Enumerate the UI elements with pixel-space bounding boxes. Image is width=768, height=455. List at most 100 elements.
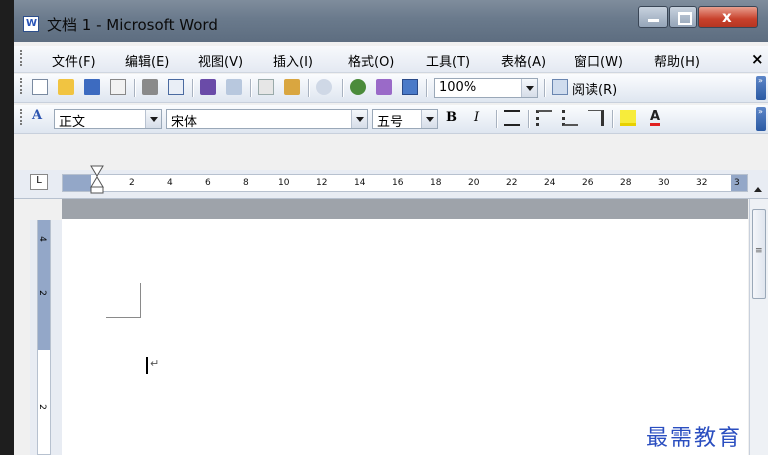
- style-dropdown-icon[interactable]: [145, 110, 161, 128]
- highlight-icon[interactable]: [620, 110, 636, 126]
- new-document-icon[interactable]: [32, 79, 48, 95]
- left-margin-area: [63, 175, 91, 191]
- scrollbar-thumb[interactable]: [752, 209, 766, 299]
- close-window-button[interactable]: x: [698, 6, 758, 28]
- formatting-toolbar-options-icon[interactable]: [756, 107, 766, 131]
- styles-formatting-icon[interactable]: A: [32, 108, 50, 124]
- maximize-button[interactable]: [669, 6, 697, 28]
- word-app-icon[interactable]: [23, 16, 39, 32]
- zoom-select[interactable]: 100%: [434, 78, 538, 98]
- reading-layout-button[interactable]: 阅读(R): [572, 79, 617, 98]
- menu-grip[interactable]: [20, 50, 24, 66]
- ruler-tick-label: 22: [506, 178, 518, 188]
- toolbar-separator: [134, 79, 136, 97]
- minimize-button[interactable]: [638, 6, 668, 28]
- scroll-up-icon[interactable]: [749, 178, 768, 198]
- style-select[interactable]: 正文: [54, 109, 162, 130]
- font-size-select[interactable]: 五号: [372, 109, 438, 130]
- ruler-tick-label: 28: [620, 178, 632, 188]
- toolbar-separator: [544, 79, 546, 97]
- watermark-text: 最需教育: [646, 426, 743, 451]
- font-select[interactable]: 宋体: [166, 109, 368, 130]
- maximize-icon: [678, 12, 692, 25]
- page-top-margin-area: [62, 199, 748, 219]
- open-folder-icon[interactable]: [58, 79, 74, 95]
- ruler-tick-label: 4: [167, 178, 173, 188]
- ruler-tick-label: 32: [696, 178, 708, 188]
- horizontal-ruler[interactable]: 2 4 6 8 10 12 14 16 18 20 22 24 26 28 30…: [62, 174, 748, 192]
- minimize-icon: [648, 19, 659, 22]
- ruler-tick-label: 10: [278, 178, 290, 188]
- undo-icon[interactable]: [316, 79, 332, 95]
- toolbar-separator: [528, 110, 530, 128]
- insert-table-icon[interactable]: [402, 79, 418, 95]
- font-size-value: 五号: [377, 115, 404, 130]
- reading-layout-icon[interactable]: [552, 79, 568, 95]
- ruler-tick-label: 16: [392, 178, 404, 188]
- increase-indent-icon[interactable]: [588, 110, 604, 126]
- italic-button[interactable]: I: [474, 110, 479, 125]
- menu-window[interactable]: 窗口(W): [574, 51, 623, 70]
- toolbar-separator: [192, 79, 194, 97]
- vertical-scrollbar[interactable]: [749, 199, 768, 455]
- toolbar-grip[interactable]: [20, 78, 24, 94]
- toolbar-grip[interactable]: [20, 109, 24, 125]
- ruler-tick-label: 24: [544, 178, 556, 188]
- close-document-button[interactable]: ×: [751, 50, 764, 68]
- ruler-tick-label: 3: [734, 178, 740, 188]
- formatting-toolbar: A 正文 宋体 五号 B I A: [14, 105, 768, 134]
- hyperlink-icon[interactable]: [350, 79, 366, 95]
- ruler-tick-label: 14: [354, 178, 366, 188]
- menu-tools[interactable]: 工具(T): [426, 51, 470, 70]
- vertical-ruler[interactable]: 4 2 2: [30, 220, 62, 455]
- style-value: 正文: [59, 115, 86, 130]
- text-boundary-corner: [106, 317, 141, 318]
- desktop-edge: [0, 0, 14, 455]
- menu-insert[interactable]: 插入(I): [273, 51, 313, 70]
- print-icon[interactable]: [142, 79, 158, 95]
- permission-icon[interactable]: [110, 79, 126, 95]
- numbering-icon[interactable]: [536, 110, 552, 126]
- ruler-tick-label: 20: [468, 178, 480, 188]
- menu-format[interactable]: 格式(O): [348, 51, 394, 70]
- indent-marker-icon[interactable]: [90, 165, 104, 195]
- bullets-icon[interactable]: [562, 110, 578, 126]
- ruler-tick-label: 8: [243, 178, 249, 188]
- tab-selector-icon[interactable]: L: [30, 174, 48, 190]
- toolbar-separator: [308, 79, 310, 97]
- window-title: 文档 1 - Microsoft Word: [47, 16, 218, 34]
- menu-edit[interactable]: 编辑(E): [125, 51, 169, 70]
- spelling-icon[interactable]: [200, 79, 216, 95]
- ruler-tick-label: 18: [430, 178, 442, 188]
- font-color-button[interactable]: A: [650, 110, 661, 126]
- ruler-tick-label: 30: [658, 178, 670, 188]
- bold-button[interactable]: B: [446, 110, 457, 125]
- standard-toolbar: 100% 阅读(R): [14, 74, 768, 103]
- title-bar[interactable]: 文档 1 - Microsoft Word x: [14, 0, 768, 42]
- menu-table[interactable]: 表格(A): [501, 51, 546, 70]
- research-icon[interactable]: [226, 79, 242, 95]
- menu-bar: 文件(F) 编辑(E) 视图(V) 插入(I) 格式(O) 工具(T) 表格(A…: [14, 46, 768, 73]
- font-dropdown-icon[interactable]: [351, 110, 367, 128]
- save-icon[interactable]: [84, 79, 100, 95]
- align-center-icon[interactable]: [504, 110, 520, 126]
- toolbar-separator: [250, 79, 252, 97]
- copy-icon[interactable]: [258, 79, 274, 95]
- menu-file[interactable]: 文件(F): [52, 51, 96, 70]
- standard-toolbar-options-icon[interactable]: [756, 76, 766, 100]
- toolbar-separator: [612, 110, 614, 128]
- text-boundary-corner: [140, 283, 141, 317]
- window-frame: 文档 1 - Microsoft Word x 文件(F) 编辑(E) 视图(V…: [14, 0, 768, 455]
- paste-icon[interactable]: [284, 79, 300, 95]
- zoom-dropdown-icon[interactable]: [521, 79, 537, 97]
- ruler-tick-label: 2: [36, 404, 47, 410]
- word-window: 文档 1 - Microsoft Word x 文件(F) 编辑(E) 视图(V…: [0, 0, 768, 455]
- menu-help[interactable]: 帮助(H): [654, 51, 700, 70]
- menu-view[interactable]: 视图(V): [198, 51, 243, 70]
- tables-borders-icon[interactable]: [376, 79, 392, 95]
- print-preview-icon[interactable]: [168, 79, 184, 95]
- toolbar-separator: [342, 79, 344, 97]
- paragraph-mark-icon: ↵: [150, 357, 160, 370]
- font-size-dropdown-icon[interactable]: [421, 110, 437, 128]
- ruler-tick-label: 12: [316, 178, 328, 188]
